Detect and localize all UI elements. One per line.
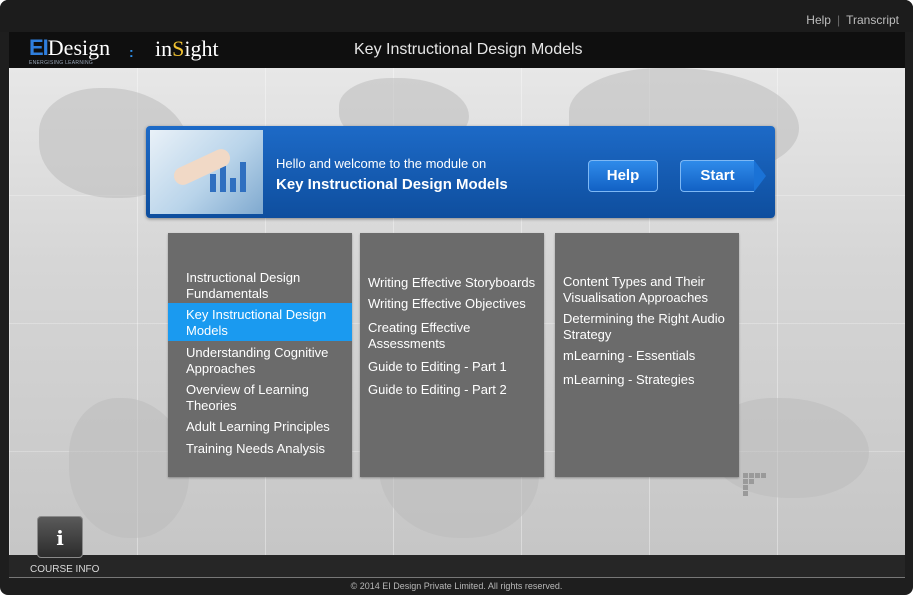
menu-item[interactable]: mLearning - Essentials	[563, 348, 739, 364]
pixel-square	[749, 473, 754, 478]
copyright-text: © 2014 EI Design Private Limited. All ri…	[350, 581, 563, 591]
header-bar: EI Design ENERGISING LEARNING : inSight …	[9, 32, 905, 68]
help-button[interactable]: Help	[588, 160, 658, 192]
start-button-label: Start	[700, 167, 735, 184]
course-info-label: COURSE INFO	[30, 564, 100, 575]
pixel-square	[743, 491, 748, 496]
welcome-module-title: Key Instructional Design Models	[276, 176, 508, 193]
menu-item[interactable]: Adult Learning Principles	[186, 419, 351, 435]
menu-item[interactable]: Writing Effective Objectives	[368, 296, 544, 312]
menu-item[interactable]: Understanding Cognitive Approaches	[186, 345, 346, 377]
menu-item[interactable]: Writing Effective Storyboards	[368, 275, 544, 291]
transcript-link[interactable]: Transcript	[846, 13, 899, 27]
menu-item[interactable]: Instructional Design Fundamentals	[186, 270, 336, 302]
photo-bar	[230, 178, 236, 192]
menu-item[interactable]: Guide to Editing - Part 1	[368, 359, 544, 375]
top-bar: Help | Transcript	[0, 0, 913, 32]
menu-column-3: Content Types and Their Visualisation Ap…	[555, 233, 739, 477]
bottom-bar	[9, 555, 905, 578]
menu-item-active[interactable]: Key Instructional Design Models	[168, 303, 352, 341]
top-links-separator: |	[836, 13, 841, 27]
pixel-square	[761, 473, 766, 478]
analytics-photo	[150, 130, 263, 214]
app-frame: Help | Transcript EI Design ENERGISING L…	[0, 0, 913, 595]
menu-column-2: Writing Effective Storyboards Writing Ef…	[360, 233, 544, 477]
photo-bar	[210, 174, 216, 192]
insight-s: S	[172, 36, 185, 61]
photo-bar	[220, 166, 226, 192]
menu-item[interactable]: Overview of Learning Theories	[186, 382, 336, 414]
menu-item[interactable]: Guide to Editing - Part 2	[368, 382, 544, 398]
content-stage: Hello and welcome to the module on Key I…	[9, 68, 905, 555]
help-link[interactable]: Help	[806, 13, 831, 27]
logo-separator: :	[129, 44, 134, 60]
menu-item[interactable]: Content Types and Their Visualisation Ap…	[563, 274, 733, 306]
page-title: Key Instructional Design Models	[354, 41, 583, 58]
arrow-right-icon	[754, 160, 766, 192]
course-info-button[interactable]: i	[37, 516, 83, 558]
pixel-square	[743, 485, 748, 490]
menu-item[interactable]: Training Needs Analysis	[186, 441, 351, 457]
menu-column-1: Instructional Design Fundamentals Key In…	[168, 233, 352, 477]
menu-item[interactable]: Determining the Right Audio Strategy	[563, 311, 739, 343]
start-button[interactable]: Start	[680, 160, 766, 192]
insight-ight: ight	[184, 36, 219, 61]
pixel-square	[743, 479, 748, 484]
menu-item[interactable]: Creating Effective Assessments	[368, 320, 498, 352]
welcome-text: Hello and welcome to the module on	[276, 156, 487, 171]
logo-ei: EI	[29, 35, 49, 60]
pixel-square	[755, 473, 760, 478]
menu-item[interactable]: mLearning - Strategies	[563, 372, 739, 388]
pixel-square	[743, 473, 748, 478]
insight-in: in	[155, 36, 173, 61]
welcome-banner: Hello and welcome to the module on Key I…	[146, 126, 775, 218]
pixel-square	[749, 479, 754, 484]
top-links: Help | Transcript	[806, 13, 899, 27]
eidesign-logo: EI Design ENERGISING LEARNING	[29, 35, 111, 67]
insight-logo: inSight	[155, 36, 219, 62]
photo-bar	[240, 162, 246, 192]
logo-design: Design	[47, 35, 111, 60]
logo-tagline: ENERGISING LEARNING	[29, 60, 94, 66]
info-icon: i	[56, 526, 64, 550]
